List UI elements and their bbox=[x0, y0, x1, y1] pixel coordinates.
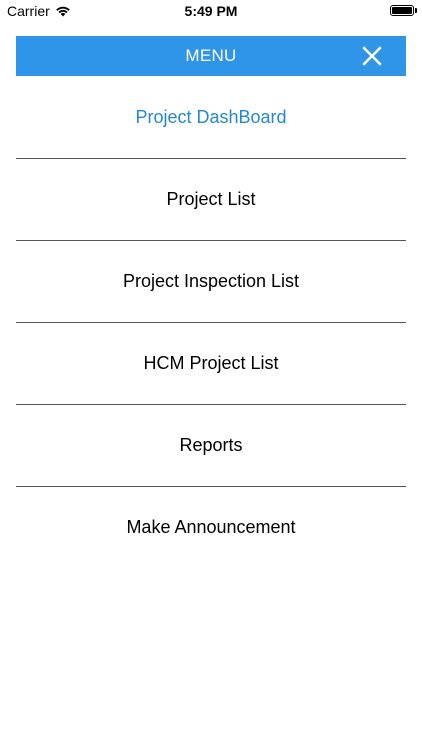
menu-item-label: Make Announcement bbox=[126, 517, 296, 537]
status-time: 5:49 PM bbox=[184, 3, 238, 19]
battery-cap bbox=[415, 8, 417, 13]
menu-item-label: Reports bbox=[179, 435, 243, 455]
close-icon[interactable] bbox=[362, 46, 382, 66]
menu-item-project-list[interactable]: Project List bbox=[16, 159, 406, 241]
menu-item-project-dashboard[interactable]: Project DashBoard bbox=[16, 77, 406, 159]
menu-item-hcm-project-list[interactable]: HCM Project List bbox=[16, 323, 406, 405]
menu-item-label: Project Inspection List bbox=[122, 271, 300, 291]
menu-title: MENU bbox=[185, 46, 237, 65]
menu-list: Project DashBoard Project List Project I… bbox=[16, 77, 406, 568]
menu-item-label: Project List bbox=[166, 189, 256, 209]
menu-item-project-inspection-list[interactable]: Project Inspection List bbox=[16, 241, 406, 323]
menu-item-reports[interactable]: Reports bbox=[16, 405, 406, 487]
battery-level-fill bbox=[392, 7, 412, 14]
menu-item-make-announcement[interactable]: Make Announcement bbox=[16, 487, 406, 568]
status-bar: Carrier 5:49 PM bbox=[0, 0, 422, 22]
menu-item-label: HCM Project List bbox=[143, 353, 279, 373]
menu-item-label: Project DashBoard bbox=[135, 107, 287, 127]
battery-icon bbox=[390, 5, 414, 16]
menu-header: MENU bbox=[16, 36, 406, 76]
